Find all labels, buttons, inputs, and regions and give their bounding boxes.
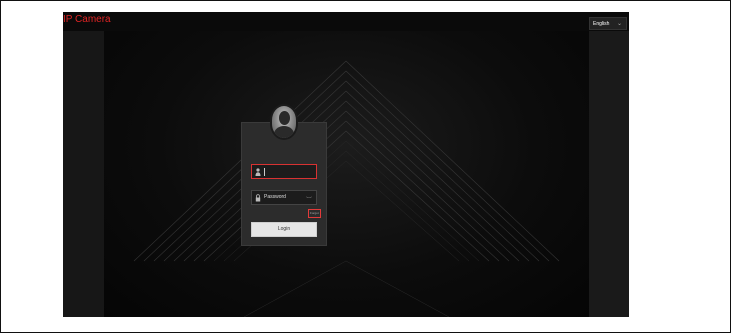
- avatar-icon: [270, 104, 298, 140]
- eye-icon[interactable]: ︶: [306, 195, 312, 204]
- browser-frame: IP Camera English ⌄ Password ︶ Forgot Lo…: [0, 0, 731, 333]
- avatar-head: [279, 111, 290, 125]
- app-logo: IP Camera: [63, 14, 111, 25]
- chevron-down-icon: ⌄: [616, 21, 622, 27]
- password-field[interactable]: Password ︶: [251, 190, 317, 205]
- user-icon: [255, 168, 261, 176]
- language-select[interactable]: English ⌄: [589, 17, 627, 30]
- password-placeholder: Password: [264, 194, 286, 200]
- background-lines: [133, 60, 560, 317]
- forgot-password-link[interactable]: Forgot: [308, 209, 321, 218]
- login-button[interactable]: Login: [251, 222, 317, 237]
- avatar-shoulders: [274, 126, 294, 138]
- lock-icon: [255, 194, 261, 202]
- username-field[interactable]: [251, 164, 317, 179]
- camera-web-ui: IP Camera English ⌄: [63, 12, 629, 317]
- right-panel: [589, 31, 629, 317]
- language-value: English: [593, 21, 610, 27]
- text-cursor: [264, 168, 265, 176]
- top-bar: IP Camera English ⌄: [63, 12, 629, 31]
- forgot-password-label: Forgot: [310, 211, 319, 215]
- left-panel: [63, 31, 104, 317]
